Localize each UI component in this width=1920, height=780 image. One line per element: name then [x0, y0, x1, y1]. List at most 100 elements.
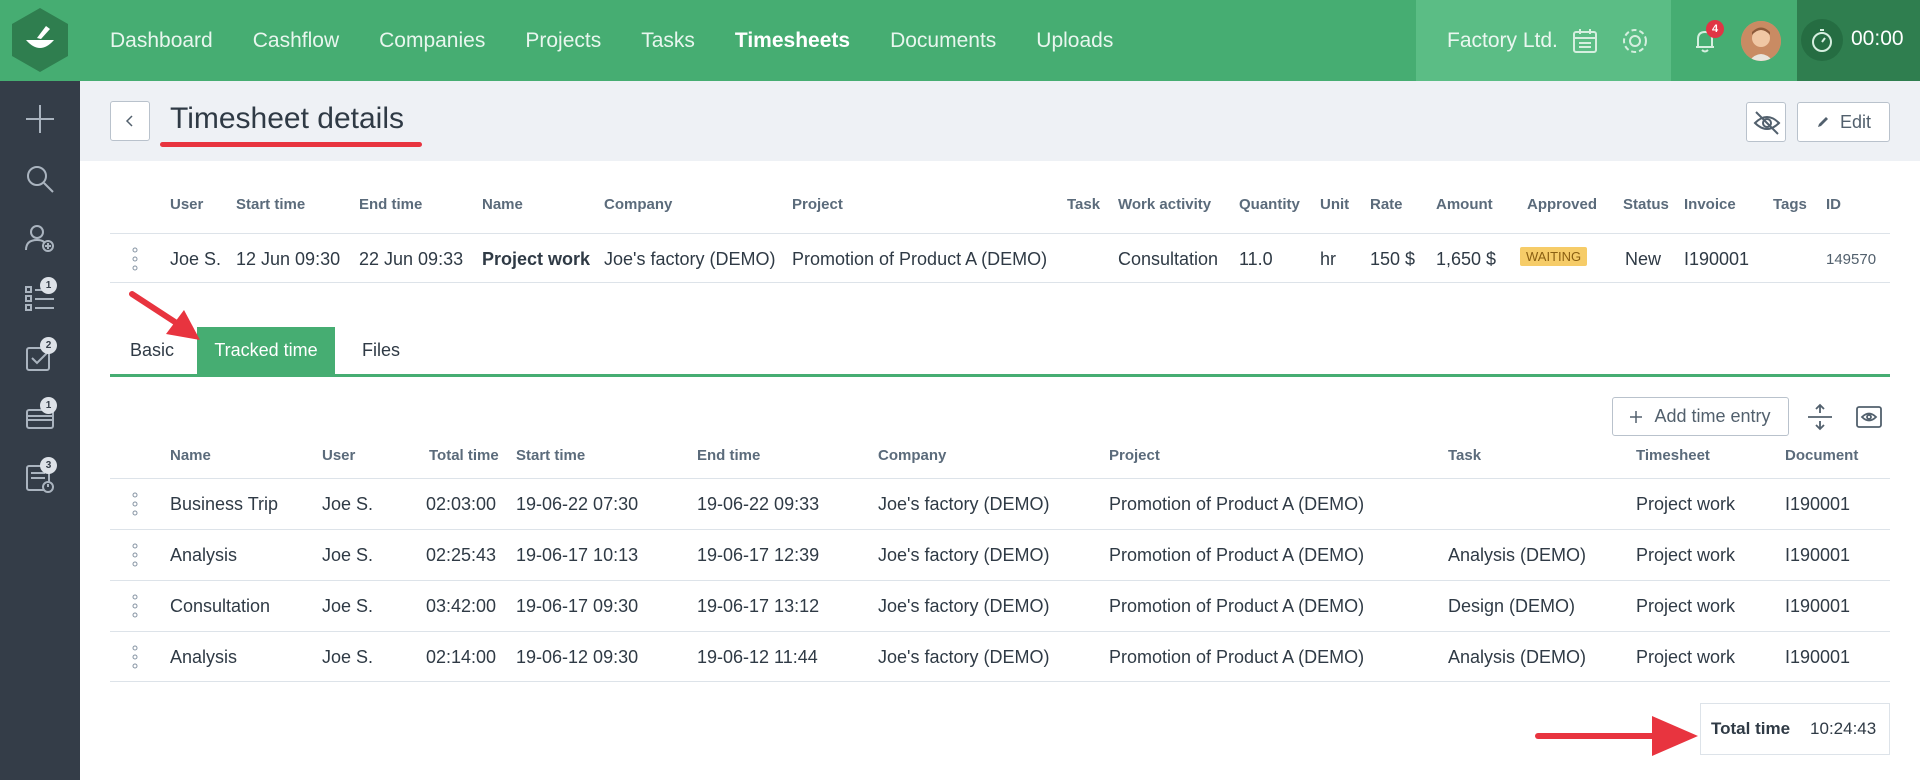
- cell-name: Consultation: [170, 596, 271, 616]
- column-header[interactable]: Start time: [236, 196, 305, 213]
- annotation-arrow-tab: [129, 291, 200, 340]
- cell-company: Joe's factory (DEMO): [604, 249, 776, 269]
- column-header[interactable]: Approved: [1527, 196, 1597, 213]
- cell-user: Joe S.: [322, 647, 374, 667]
- cell-document[interactable]: I190001: [1785, 596, 1850, 617]
- total-time-value: 10:24:43: [1810, 719, 1877, 738]
- column-header[interactable]: Company: [604, 196, 672, 213]
- cell-start-time: 19-06-17 09:30: [516, 596, 639, 616]
- column-visibility-icon[interactable]: [1855, 403, 1883, 431]
- cell-start-time: 19-06-12 09:30: [516, 647, 639, 667]
- column-header[interactable]: Timesheet: [1636, 447, 1710, 464]
- column-header[interactable]: User: [322, 447, 355, 464]
- cell-project: Promotion of Product A (DEMO): [1109, 647, 1365, 667]
- cell-end-time: 22 Jun 09:33: [359, 249, 464, 269]
- column-header[interactable]: Invoice: [1684, 196, 1736, 213]
- cell-total-time: 02:03:00: [426, 494, 497, 514]
- row-menu-icon[interactable]: [132, 593, 138, 619]
- search-icon[interactable]: [24, 163, 56, 195]
- row-menu-icon[interactable]: [132, 246, 138, 272]
- column-header[interactable]: Quantity: [1239, 196, 1300, 213]
- column-header[interactable]: Name: [170, 447, 211, 464]
- tab-tracked-time[interactable]: Tracked time: [197, 327, 335, 374]
- row-menu-icon[interactable]: [132, 542, 138, 568]
- calendar-icon[interactable]: [1570, 26, 1600, 56]
- table-row[interactable]: Business Trip Joe S. 02:03:00 19-06-22 0…: [110, 478, 1890, 529]
- cell-task: Analysis (DEMO): [1448, 545, 1587, 565]
- stopwatch-icon[interactable]: [1801, 19, 1843, 61]
- add-time-entry-button[interactable]: Add time entry: [1612, 397, 1789, 436]
- table-row[interactable]: Joe S. 12 Jun 09:30 22 Jun 09:33 Project…: [110, 233, 1890, 283]
- table-row[interactable]: Consultation Joe S. 03:42:00 19-06-17 09…: [110, 580, 1890, 631]
- plus-icon: [1630, 410, 1643, 423]
- cell-document[interactable]: I190001: [1785, 647, 1850, 668]
- table-row[interactable]: Analysis Joe S. 02:14:00 19-06-12 09:30 …: [110, 631, 1890, 682]
- column-header[interactable]: End time: [359, 196, 422, 213]
- cell-user: Joe S.: [322, 545, 374, 565]
- column-header[interactable]: Rate: [1370, 196, 1403, 213]
- nav-projects[interactable]: Projects: [525, 29, 601, 53]
- cell-document[interactable]: I190001: [1785, 545, 1850, 566]
- sidebar-badge-timesheets: 3: [40, 457, 57, 474]
- column-header[interactable]: Status: [1623, 196, 1669, 213]
- cell-document[interactable]: I190001: [1785, 494, 1850, 515]
- status-badge: WAITING: [1520, 247, 1588, 266]
- column-header[interactable]: ID: [1826, 196, 1841, 213]
- column-header[interactable]: Task: [1067, 196, 1100, 213]
- cell-end-time: 19-06-17 12:39: [697, 545, 820, 565]
- nav-companies[interactable]: Companies: [379, 29, 485, 53]
- cell-start-time: 19-06-22 07:30: [516, 494, 639, 514]
- cell-name: Business Trip: [170, 494, 279, 514]
- column-header[interactable]: Unit: [1320, 196, 1349, 213]
- annotation-arrow-total: [1535, 716, 1698, 756]
- nav-uploads[interactable]: Uploads: [1036, 29, 1113, 53]
- nav-timesheets[interactable]: Timesheets: [735, 29, 850, 53]
- plus-icon[interactable]: [24, 103, 56, 135]
- column-header[interactable]: Company: [878, 447, 946, 464]
- nav-dashboard[interactable]: Dashboard: [110, 29, 213, 53]
- cell-invoice[interactable]: I190001: [1684, 249, 1749, 270]
- timer-panel[interactable]: 00:00: [1797, 0, 1920, 81]
- table-row[interactable]: Analysis Joe S. 02:25:43 19-06-17 10:13 …: [110, 529, 1890, 580]
- edit-label: Edit: [1839, 111, 1872, 132]
- add-user-icon[interactable]: [24, 222, 56, 254]
- column-header[interactable]: Work activity: [1118, 196, 1211, 213]
- column-header[interactable]: Total time: [429, 447, 499, 464]
- column-header[interactable]: Name: [482, 196, 523, 213]
- column-header[interactable]: User: [170, 196, 203, 213]
- cell-timesheet: Project work: [1636, 647, 1736, 667]
- gear-icon[interactable]: [1620, 26, 1650, 56]
- cell-company: Joe's factory (DEMO): [878, 494, 1050, 514]
- avatar[interactable]: [1741, 21, 1781, 61]
- app-logo[interactable]: [10, 8, 70, 72]
- nav-tasks[interactable]: Tasks: [641, 29, 695, 53]
- column-header[interactable]: Tags: [1773, 196, 1807, 213]
- hide-button[interactable]: [1746, 102, 1786, 142]
- top-bar: Dashboard Cashflow Companies Projects Ta…: [0, 0, 1920, 81]
- tab-files[interactable]: Files: [342, 327, 420, 374]
- column-header[interactable]: Amount: [1436, 196, 1493, 213]
- cell-timesheet: Project work: [1636, 494, 1736, 514]
- cell-project: Promotion of Product A (DEMO): [1109, 494, 1365, 514]
- column-header[interactable]: Project: [1109, 447, 1160, 464]
- add-time-entry-label: Add time entry: [1654, 406, 1771, 426]
- cell-status: New: [1625, 249, 1662, 269]
- back-button[interactable]: [110, 101, 150, 141]
- edit-button[interactable]: Edit: [1797, 102, 1890, 142]
- cell-end-time: 19-06-12 11:44: [697, 647, 818, 667]
- row-menu-icon[interactable]: [132, 491, 138, 517]
- row-menu-icon[interactable]: [132, 644, 138, 670]
- column-header[interactable]: Document: [1785, 447, 1858, 464]
- row-height-icon[interactable]: [1806, 403, 1834, 431]
- column-header[interactable]: Project: [792, 196, 843, 213]
- column-header[interactable]: Start time: [516, 447, 585, 464]
- sidebar-badge-checks: 2: [40, 337, 57, 354]
- nav-documents[interactable]: Documents: [890, 29, 996, 53]
- nav-cashflow[interactable]: Cashflow: [253, 29, 339, 53]
- cell-total-time: 03:42:00: [426, 596, 497, 616]
- sidebar-badge-tasks: 1: [40, 277, 57, 294]
- page-title: Timesheet details: [170, 102, 404, 135]
- cell-end-time: 19-06-22 09:33: [697, 494, 820, 514]
- column-header[interactable]: Task: [1448, 447, 1481, 464]
- column-header[interactable]: End time: [697, 447, 760, 464]
